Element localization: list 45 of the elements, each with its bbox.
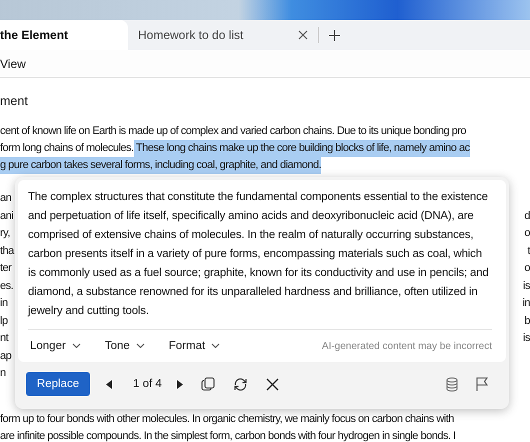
tab[interactable]: Homework to do list [128,20,318,50]
option-dropdown[interactable]: Tone [102,340,147,352]
flag-icon[interactable] [476,377,488,391]
plus-icon[interactable] [328,30,340,40]
document-text-fragment: ani [0,208,14,224]
document-text-fragment: n [0,366,6,381]
document-text-fragment: t [527,244,530,258]
document-text-fragment: o [524,226,530,241]
chevron-down-icon [72,343,81,349]
chevron-down-icon [136,343,145,349]
document-text-fragment: lp [0,314,8,328]
document-text-line: cent of known life on Earth is made up of complex and varied carbon chains. Due to its unique bonding pro [0,124,468,139]
document-text-line: form up to four bonds with other molecules. In organic chemistry, we mainly focus on carbon chains with [0,412,455,426]
document-text-line: are infinite possible compounds. In the simplest form, carbon bonds with four hydrogen in single bonds. I [0,428,457,442]
rewritten-text: The complex structures that constitute the fundamental components essential to the existence and perpetuation of life itself, specifically amino acids and deoxyribonucleic acid (DNA), are comprised of extensive chains of molecules. In the realm of naturally occurring substances, carbon presents itself in a variety of pure forms, encompassing materials such as coal, which is commonly used as a fuel source; graphite, known for its conductivity and use in pencils; and diamond, a substance renowned for its unparalleled hardness and brilliance, often utilized in jewelry and cutting tools. [28,190,490,319]
option-dropdown[interactable]: Format [166,340,222,352]
document-text-fragment: ap [0,348,12,364]
next-icon[interactable] [176,380,183,388]
document-text-fragment: es. [0,278,14,294]
document-text-fragment: in [0,296,8,311]
close-icon[interactable] [266,378,279,390]
document-text-fragment: b [524,314,530,328]
replace-button[interactable]: Replace [26,372,90,396]
option-dropdown[interactable]: Longer [28,340,83,352]
document-text-fragment: nt [0,331,8,346]
menu-item[interactable]: View [0,56,26,70]
document-text-fragment: d [524,208,530,224]
close-icon[interactable] [298,30,308,40]
chevron-down-icon [211,343,220,349]
document-text-fragment: is [523,331,530,346]
document-text-fragment: tha [0,244,14,258]
document-text-fragment: is [523,278,530,294]
disclaimer-text: AI-generated content may be incorrect [322,340,492,352]
document-text-fragment: ry, [0,226,10,241]
page-counter: 1 of 4 [133,378,162,390]
document-text-fragment: an [0,191,12,206]
copy-icon[interactable] [200,377,215,391]
document-text-fragment: o [524,261,530,276]
refresh-icon[interactable] [232,376,248,392]
document-text-fragment: ter [0,261,12,276]
stack-icon[interactable] [446,376,458,392]
previous-icon[interactable] [106,380,113,388]
document-text-fragment: in [522,296,530,311]
document-heading: ment [0,93,29,110]
tab[interactable]: the Element [0,20,128,50]
